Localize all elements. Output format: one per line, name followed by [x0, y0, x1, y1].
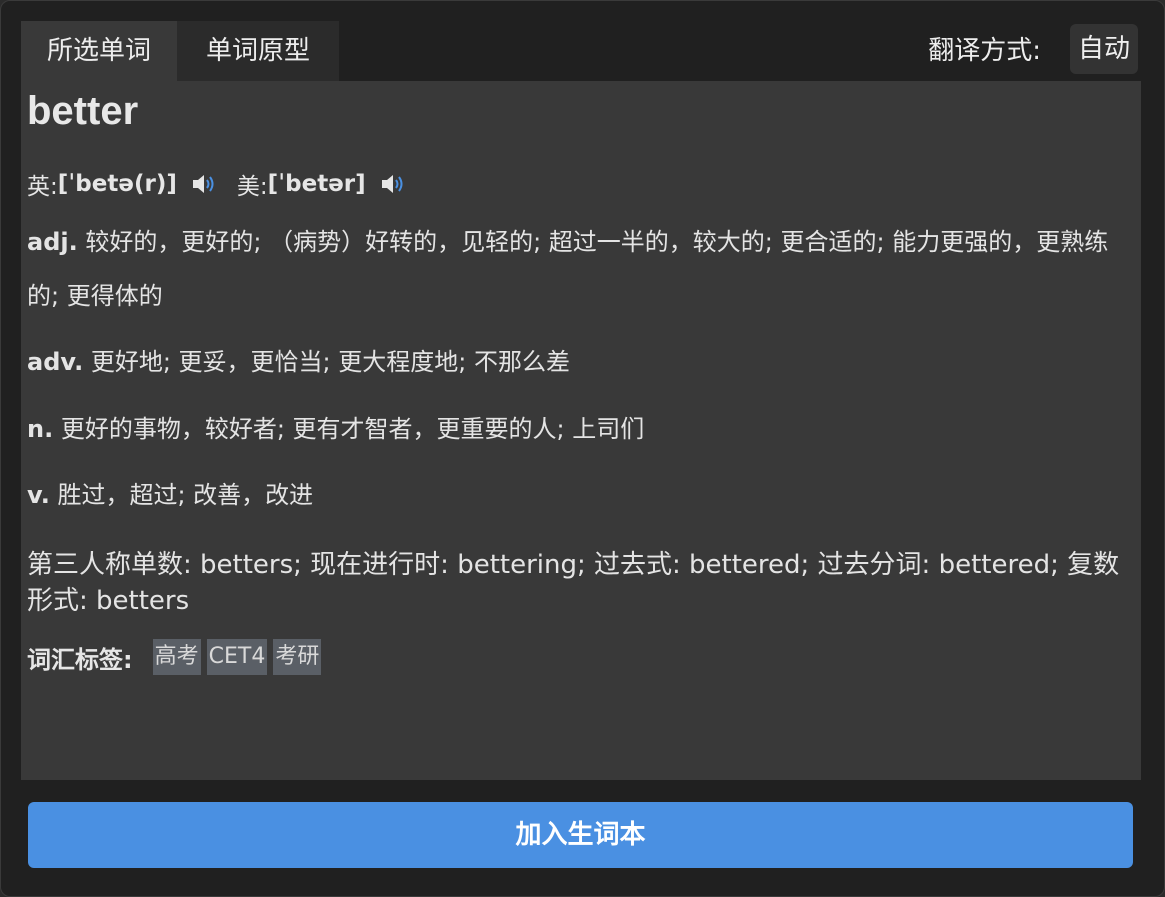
- tab-word-lemma[interactable]: 单词原型: [177, 21, 339, 81]
- tab-bar: 所选单词 单词原型 翻译方式: 自动: [21, 21, 1141, 81]
- speaker-icon[interactable]: [191, 172, 217, 196]
- phonetics-row: 英: [ˈbetə(r)] 美: [ˈbetər]: [27, 167, 426, 201]
- vocab-tag: CET4: [206, 639, 268, 675]
- translate-mode-label: 翻译方式:: [928, 36, 1041, 66]
- definition-text: 胜过，超过; 改善，改进: [57, 481, 314, 509]
- part-of-speech: adv.: [27, 348, 84, 376]
- definition-noun: n. 更好的事物，较好者; 更有才智者，更重要的人; 上司们: [27, 402, 1117, 456]
- vocab-tags-row: 词汇标签: 高考 CET4 考研: [27, 639, 327, 675]
- translate-mode-button[interactable]: 自动: [1070, 24, 1138, 74]
- definition-adj: adj. 较好的，更好的; （病势）好转的，见轻的; 超过一半的，较大的; 更合…: [27, 215, 1117, 323]
- tab-selected-word[interactable]: 所选单词: [21, 21, 177, 81]
- speaker-icon[interactable]: [380, 172, 406, 196]
- headword: better: [27, 89, 139, 133]
- definition-text: 较好的，更好的; （病势）好转的，见轻的; 超过一半的，较大的; 更合适的; 能…: [27, 228, 1109, 310]
- us-label: 美:: [236, 174, 268, 200]
- definition-text: 更好的事物，较好者; 更有才智者，更重要的人; 上司们: [60, 415, 645, 443]
- definition-text: 更好地; 更妥，更恰当; 更大程度地; 不那么差: [90, 348, 570, 376]
- uk-phonetic: [ˈbetə(r)]: [57, 171, 177, 197]
- definition-verb: v. 胜过，超过; 改善，改进: [27, 468, 1117, 522]
- vocab-tags-label: 词汇标签:: [27, 645, 133, 674]
- add-to-vocabulary-button[interactable]: 加入生词本: [28, 802, 1133, 868]
- part-of-speech: n.: [27, 415, 54, 443]
- vocab-tag: 高考: [152, 639, 201, 675]
- uk-label: 英:: [27, 174, 58, 200]
- part-of-speech: adj.: [27, 228, 78, 256]
- vocab-tag: 考研: [273, 639, 322, 675]
- part-of-speech: v.: [27, 481, 50, 509]
- definition-panel: better 英: [ˈbetə(r)] 美: [ˈbetər] adj. 较好…: [21, 81, 1141, 780]
- us-phonetic: [ˈbetər]: [267, 171, 366, 197]
- dictionary-window: 所选单词 单词原型 翻译方式: 自动 better 英: [ˈbetə(r)] …: [0, 0, 1165, 897]
- definition-adv: adv. 更好地; 更妥，更恰当; 更大程度地; 不那么差: [27, 335, 1117, 389]
- word-forms: 第三人称单数: betters; 现在进行时: bettering; 过去式: …: [27, 550, 1120, 616]
